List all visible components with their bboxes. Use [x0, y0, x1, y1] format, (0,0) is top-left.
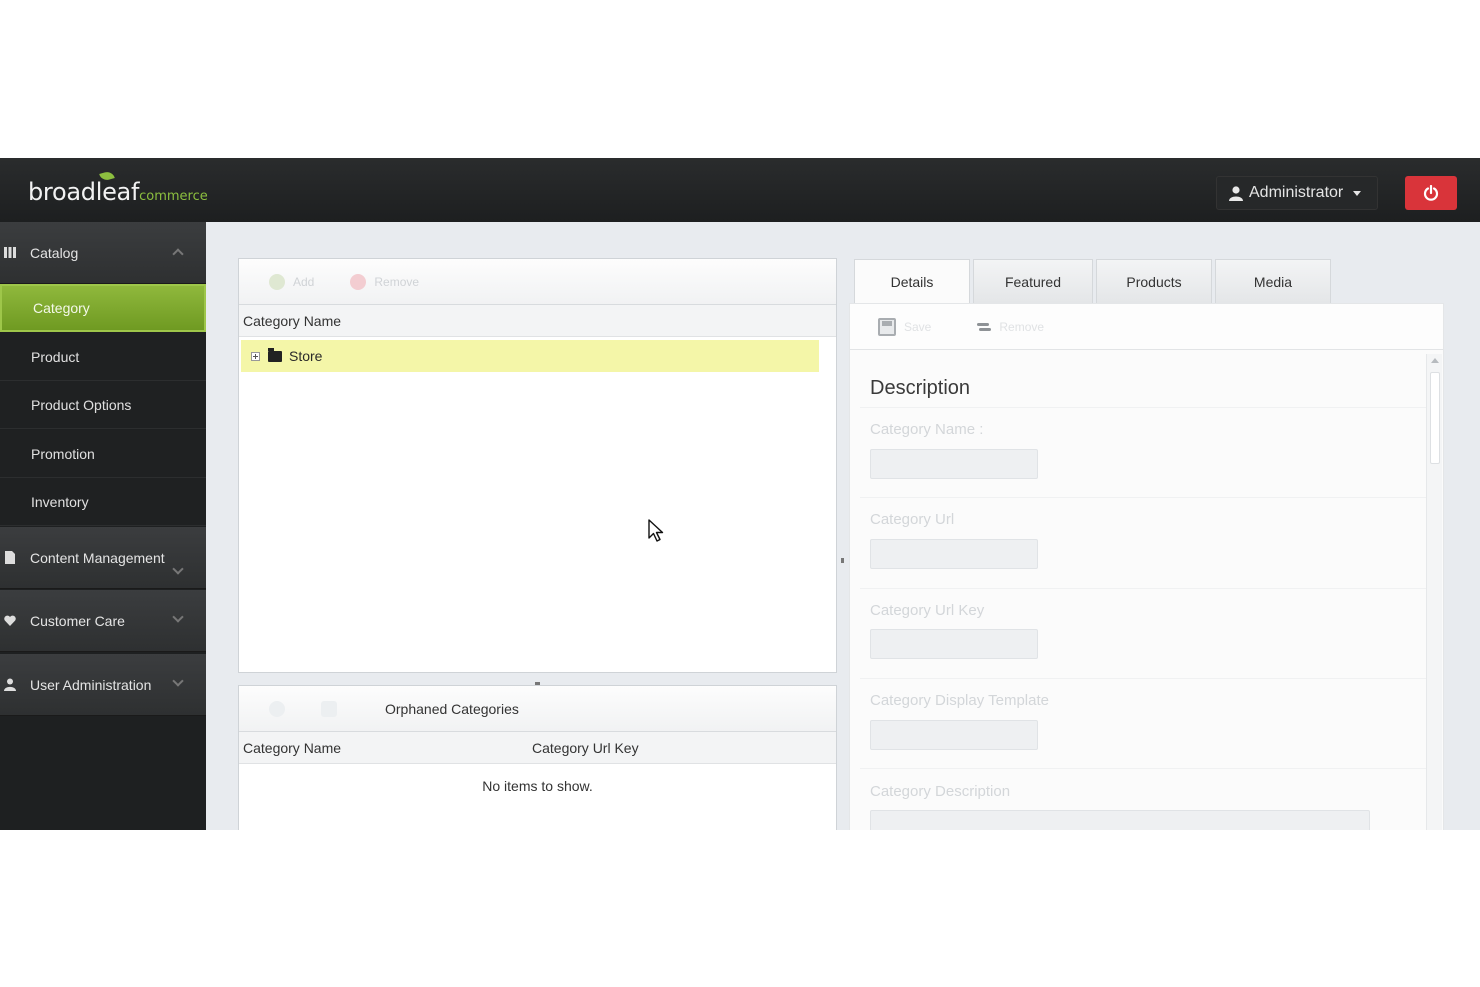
category-detail-panel: Save Remove Description Category Name : … — [849, 303, 1444, 830]
field-separator — [860, 497, 1426, 498]
tree-row-store[interactable]: Store — [241, 340, 819, 372]
folder-icon — [268, 347, 282, 362]
category-description-input[interactable] — [870, 810, 1370, 830]
sidebar-section-catalog[interactable]: Catalog — [0, 222, 206, 284]
orphaned-categories-panel: Orphaned Categories Category Name Catego… — [238, 685, 837, 830]
sidebar-nav: Catalog Category Product Product Options… — [0, 222, 206, 830]
category-url-key-input[interactable] — [870, 629, 1038, 659]
detail-scrollbar[interactable] — [1426, 354, 1442, 830]
field-label-category-url-key: Category Url Key — [870, 602, 985, 619]
user-icon — [4, 678, 16, 691]
sidebar-item-product[interactable]: Product — [0, 333, 206, 381]
sidebar-section-label: User Administration — [30, 676, 152, 693]
detail-tabs: Details Featured Products Media — [854, 259, 1334, 304]
tab-details[interactable]: Details — [854, 259, 970, 304]
remove-icon — [350, 273, 367, 290]
orphan-column-headers: Category Name Category Url Key — [239, 732, 836, 764]
field-label-category-description: Category Description — [870, 783, 1011, 800]
remove-button[interactable]: Remove — [350, 273, 420, 290]
logo-main: broadleaf — [28, 178, 140, 206]
sidebar-item-category[interactable]: Category — [0, 284, 206, 332]
sidebar-item-inventory[interactable]: Inventory — [0, 478, 206, 526]
add-icon[interactable] — [269, 700, 285, 717]
user-menu-button[interactable]: Administrator — [1216, 176, 1378, 210]
category-url-input[interactable] — [870, 539, 1038, 569]
save-button[interactable]: Save — [878, 317, 932, 336]
chevron-up-icon — [172, 248, 184, 260]
field-separator — [860, 588, 1426, 589]
scroll-thumb[interactable] — [1430, 372, 1440, 464]
user-icon — [1229, 185, 1243, 201]
detail-toolbar: Save Remove — [850, 304, 1443, 350]
orphan-toolbar: Orphaned Categories — [239, 686, 836, 732]
category-tree-panel: Add Remove Category Name Store — [238, 258, 837, 673]
tab-media[interactable]: Media — [1215, 259, 1331, 303]
column-header-category-name[interactable]: Category Name — [243, 740, 341, 756]
user-menu-label: Administrator — [1249, 184, 1344, 201]
section-title-description: Description — [870, 377, 971, 399]
tab-featured[interactable]: Featured — [973, 259, 1093, 303]
vertical-splitter-handle[interactable] — [841, 558, 844, 563]
broadleaf-logo[interactable]: broadleafcommerce — [28, 170, 208, 206]
catalog-icon — [4, 247, 16, 258]
tree-row-label: Store — [289, 348, 323, 364]
save-icon — [878, 317, 896, 336]
edit-icon[interactable] — [321, 700, 337, 717]
remove-button[interactable]: Remove — [977, 320, 1044, 334]
field-separator — [860, 407, 1426, 408]
field-label-category-url: Category Url — [870, 511, 955, 528]
admin-app: broadleafcommerce Administrator Catalog — [0, 158, 1480, 830]
sidebar-item-label: Promotion — [31, 445, 95, 462]
category-display-template-input[interactable] — [870, 720, 1038, 750]
sidebar-section-content-management[interactable]: Content Management — [0, 527, 206, 589]
field-separator — [860, 768, 1426, 769]
sidebar-section-label: Catalog — [30, 244, 79, 261]
sidebar-item-product-options[interactable]: Product Options — [0, 381, 206, 429]
scroll-up-icon[interactable] — [1431, 358, 1439, 363]
power-icon — [1423, 185, 1439, 201]
expand-icon[interactable] — [251, 351, 260, 361]
sidebar-item-promotion[interactable]: Promotion — [0, 430, 206, 478]
sidebar-section-label: Content Management — [30, 549, 165, 566]
top-header: broadleafcommerce Administrator — [0, 158, 1480, 222]
sidebar-section-customer-care[interactable]: Customer Care — [0, 590, 206, 652]
document-icon — [5, 551, 15, 564]
logo-sub: commerce — [139, 189, 208, 204]
sidebar-item-label: Inventory — [31, 493, 89, 510]
tree-toolbar: Add Remove — [239, 259, 836, 305]
logout-button[interactable] — [1405, 176, 1457, 210]
mouse-cursor-icon — [648, 519, 664, 542]
add-icon — [269, 273, 285, 290]
sidebar-section-label: Customer Care — [30, 612, 125, 629]
sidebar-item-label: Category — [33, 300, 90, 316]
orphan-panel-title: Orphaned Categories — [385, 700, 519, 717]
remove-button-label: Remove — [374, 274, 420, 289]
field-separator — [860, 678, 1426, 679]
sidebar-section-user-administration[interactable]: User Administration — [0, 654, 206, 716]
chevron-down-icon — [172, 611, 184, 623]
category-name-input[interactable] — [870, 449, 1038, 479]
tab-products[interactable]: Products — [1096, 259, 1212, 303]
field-label-category-name: Category Name : — [870, 421, 984, 438]
column-header-category-url-key[interactable]: Category Url Key — [532, 740, 639, 756]
remove-button-label: Remove — [999, 319, 1045, 334]
sidebar-item-label: Product Options — [31, 396, 132, 413]
chevron-down-icon — [172, 563, 184, 575]
column-header-category-name[interactable]: Category Name — [239, 305, 836, 337]
add-button-label: Add — [293, 274, 315, 289]
empty-message: No items to show. — [482, 778, 593, 794]
save-button-label: Save — [904, 319, 932, 334]
heart-icon — [4, 615, 16, 626]
field-label-category-display-template: Category Display Template — [870, 692, 1049, 709]
sidebar-item-label: Product — [31, 348, 80, 365]
caret-down-icon — [1353, 190, 1362, 196]
chevron-down-icon — [172, 675, 184, 687]
add-button[interactable]: Add — [269, 273, 315, 290]
remove-icon — [977, 321, 992, 333]
